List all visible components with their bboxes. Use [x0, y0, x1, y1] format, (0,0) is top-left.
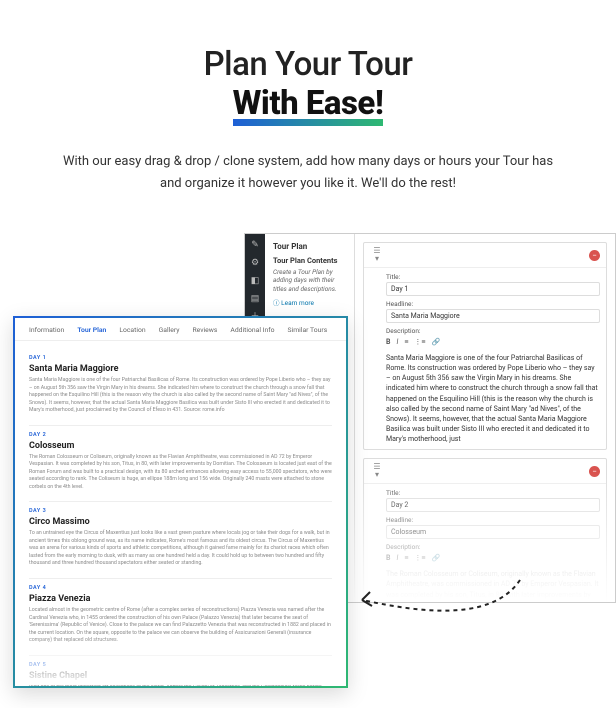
delete-button[interactable]: − — [589, 250, 600, 261]
day-text: Santa Maria Maggiore is one of the four … — [29, 377, 332, 415]
editor-panel-title: Tour Plan — [273, 242, 346, 251]
headline-input[interactable]: Santa Maria Maggiore — [386, 309, 600, 323]
hero-section: Plan Your Tour With Ease! With our easy … — [0, 0, 616, 195]
fade-overlay — [16, 635, 345, 685]
title-input[interactable]: Day 2 — [386, 498, 600, 512]
field-label: Description: — [386, 543, 600, 551]
italic-icon[interactable]: I — [396, 338, 398, 346]
richtext-toolbar: B I ≡ ⋮≡ 🔗 — [386, 336, 600, 350]
drag-handle-icon[interactable]: ☰▾ — [370, 463, 384, 479]
delete-button[interactable]: − — [589, 466, 600, 477]
day-block: ☰▾ − Title: Day 2 Headline: Colosseum De… — [363, 458, 607, 603]
day-label: DAY 3 — [29, 508, 332, 514]
admin-tag-icon[interactable]: ◧ — [250, 276, 260, 286]
admin-gear-icon[interactable]: ⚙ — [250, 258, 260, 268]
learn-more-link[interactable]: Learn more — [273, 297, 346, 307]
link-icon[interactable]: 🔗 — [432, 554, 441, 562]
richtext-toolbar: B I ≡ ⋮≡ 🔗 — [386, 552, 600, 566]
day-title: Piazza Venezia — [29, 594, 332, 604]
link-icon[interactable]: 🔗 — [432, 338, 441, 346]
title-input[interactable]: Day 1 — [386, 282, 600, 296]
day-title: Santa Maria Maggiore — [29, 364, 332, 374]
drag-handle-icon[interactable]: ☰▾ — [370, 247, 384, 263]
tour-day-item: DAY 2 Colosseum The Roman Colosseum or C… — [29, 426, 332, 503]
bold-icon[interactable]: B — [386, 338, 390, 346]
description-textarea[interactable]: Santa Maria Maggiore is one of the four … — [386, 350, 600, 444]
day-label: DAY 1 — [29, 355, 332, 361]
tab-gallery[interactable]: Gallery — [159, 326, 180, 334]
tour-tabs: Information Tour Plan Location Gallery R… — [13, 316, 348, 341]
field-label: Title: — [386, 489, 600, 497]
day-title: Circo Massimo — [29, 517, 332, 527]
headline-input[interactable]: Colosseum — [386, 525, 600, 539]
numbered-list-icon[interactable]: ⋮≡ — [414, 554, 425, 562]
admin-pencil-icon[interactable]: ✎ — [250, 240, 260, 250]
day-block: ☰▾ − Title: Day 1 Headline: Santa Maria … — [363, 242, 607, 450]
day-text: The Roman Colosseum or Coliseum, origina… — [29, 454, 332, 492]
description-textarea[interactable]: The Roman Colosseum or Coliseum, origina… — [386, 566, 600, 603]
field-label: Headline: — [386, 300, 600, 308]
hero-title-line1: Plan Your Tour — [0, 45, 616, 84]
day-block-header: ☰▾ − — [364, 459, 606, 484]
tour-day-item: DAY 1 Santa Maria Maggiore Santa Maria M… — [29, 349, 332, 426]
editor-contents-title: Tour Plan Contents — [273, 256, 346, 265]
admin-box-icon[interactable]: ▤ — [250, 294, 260, 304]
field-label: Description: — [386, 327, 600, 335]
day-label: DAY 4 — [29, 585, 332, 591]
tab-location[interactable]: Location — [119, 326, 145, 334]
italic-icon[interactable]: I — [396, 554, 398, 562]
tour-plan-preview: Information Tour Plan Location Gallery R… — [13, 316, 348, 688]
day-title: Colosseum — [29, 441, 332, 451]
list-icon[interactable]: ≡ — [404, 554, 408, 562]
list-icon[interactable]: ≡ — [404, 338, 408, 346]
day-text: To an untrained eye the Circus of Maxent… — [29, 530, 332, 568]
field-label: Title: — [386, 273, 600, 281]
numbered-list-icon[interactable]: ⋮≡ — [414, 338, 425, 346]
tab-tour-plan[interactable]: Tour Plan — [77, 326, 106, 334]
day-block-header: ☰▾ − — [364, 243, 606, 268]
tab-similar-tours[interactable]: Similar Tours — [288, 326, 328, 334]
editor-contents-desc: Create a Tour Plan by adding days with t… — [273, 268, 346, 293]
hero-title-line2: With Ease! — [233, 84, 384, 123]
day-label: DAY 2 — [29, 432, 332, 438]
tab-additional-info[interactable]: Additional Info — [230, 326, 274, 334]
editor-right-pane: ☰▾ − Title: Day 1 Headline: Santa Maria … — [355, 234, 615, 602]
tab-information[interactable]: Information — [29, 326, 64, 334]
hero-description: With our easy drag & drop / clone system… — [0, 151, 616, 195]
tour-day-item: DAY 3 Circo Massimo To an untrained eye … — [29, 502, 332, 579]
tab-reviews[interactable]: Reviews — [192, 326, 217, 334]
field-label: Headline: — [386, 516, 600, 524]
bold-icon[interactable]: B — [386, 554, 390, 562]
